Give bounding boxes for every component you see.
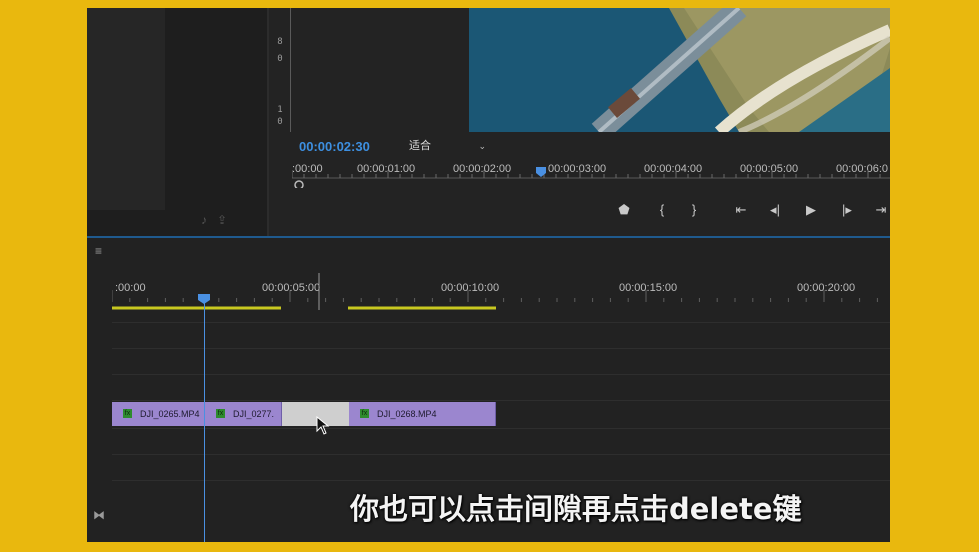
video-clip[interactable]: fx DJI_0277. (205, 402, 282, 426)
track-divider (112, 428, 890, 429)
track-divider (112, 374, 890, 375)
export-icon[interactable]: ⇪ (217, 213, 237, 227)
playhead-timecode[interactable]: 00:00:02:30 (299, 139, 370, 154)
source-bin-area (87, 8, 165, 210)
go-to-out-icon[interactable]: ⇥ (870, 202, 890, 218)
aerial-video-image (469, 8, 890, 132)
source-panel-icons: ♪⇪ (201, 213, 237, 227)
timeline-playhead-line[interactable] (204, 298, 205, 542)
mark-in-icon[interactable]: { (651, 202, 673, 217)
track-divider (112, 348, 890, 349)
track-divider (112, 454, 890, 455)
chevron-down-icon: ⌄ (478, 141, 486, 151)
audio-meter: 8 0 1 0 (272, 8, 288, 132)
play-icon[interactable]: ▶ (800, 202, 822, 218)
track-divider (112, 322, 890, 323)
timeline-ruler-ticks (112, 273, 878, 310)
track-divider (112, 480, 890, 481)
zoom-bowtie-icon[interactable]: ⧓ (93, 508, 105, 522)
fx-icon: fx (216, 409, 225, 419)
meter-label: 1 (277, 105, 283, 115)
mouse-cursor-icon (316, 416, 330, 435)
timeline-ruler[interactable]: :00:00 00:00:05:00 00:00:10:00 00:00:15:… (112, 270, 890, 310)
step-forward-icon[interactable]: |▸ (836, 202, 858, 218)
clip-label: DJI_0268.MP4 (377, 409, 437, 419)
track-divider (112, 400, 890, 401)
editor-window: ♪⇪ 8 0 1 0 00:00:02:30 适合 ⌄ :00:00 00:00… (87, 8, 890, 542)
panel-divider[interactable] (267, 8, 269, 236)
subtitle-caption: 你也可以点击间隙再点击delete键 (350, 492, 802, 526)
transport-controls: ⬟ { } ⇤ ◂| ▶ |▸ ⇥ (607, 202, 890, 220)
video-clip[interactable]: fx DJI_0268.MP4 (349, 402, 496, 426)
video-clip[interactable]: fx DJI_0265.MP4 (112, 402, 205, 426)
fx-icon: fx (123, 409, 132, 419)
go-to-in-icon[interactable]: ⇤ (730, 202, 752, 218)
meter-label: 0 (277, 54, 283, 64)
mark-out-icon[interactable]: } (683, 202, 705, 217)
fit-dropdown-value: 适合 (409, 140, 431, 152)
meter-scale-line (290, 8, 291, 132)
program-video-frame (469, 8, 890, 132)
fit-dropdown[interactable]: 适合 ⌄ (404, 137, 490, 155)
program-monitor-ruler[interactable]: :00:00 00:00:01:00 00:00:02:00 00:00:03:… (292, 158, 890, 188)
meter-label: 0 (277, 117, 283, 127)
step-back-icon[interactable]: ◂| (764, 202, 786, 218)
fx-icon: fx (360, 409, 369, 419)
clip-label: DJI_0277. (233, 409, 275, 419)
audio-icon[interactable]: ♪ (201, 213, 217, 227)
panel-menu-icon[interactable]: ≡ (95, 244, 102, 258)
ruler-ticks (292, 170, 890, 188)
marker-icon[interactable]: ⬟ (613, 202, 635, 218)
meter-label: 8 (277, 37, 283, 47)
source-panel: ♪⇪ (87, 8, 267, 236)
clip-label: DJI_0265.MP4 (140, 409, 200, 419)
